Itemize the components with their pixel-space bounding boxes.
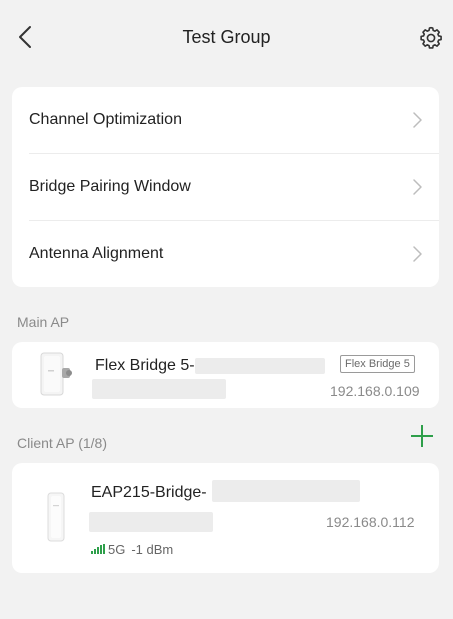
redacted-mac bbox=[92, 379, 226, 399]
header-bar: Test Group bbox=[0, 0, 453, 76]
device-name: Flex Bridge 5- bbox=[95, 357, 195, 374]
settings-button[interactable] bbox=[418, 25, 444, 51]
menu-item-label: Channel Optimization bbox=[29, 111, 182, 128]
menu-item-bridge-pairing-window[interactable]: Bridge Pairing Window bbox=[12, 154, 439, 220]
gear-icon bbox=[420, 26, 442, 49]
ip-address: 192.168.0.109 bbox=[330, 383, 420, 399]
group-settings-card: Channel Optimization Bridge Pairing Wind… bbox=[12, 87, 439, 287]
main-ap-section-label: Main AP bbox=[17, 314, 70, 330]
redacted-name bbox=[195, 358, 325, 374]
signal-status: 5G -1 dBm bbox=[91, 541, 174, 557]
band-label: 5G bbox=[108, 541, 126, 557]
outdoor-ap-device-icon bbox=[40, 352, 72, 396]
redacted-mac bbox=[89, 512, 213, 532]
plus-icon bbox=[411, 425, 433, 447]
device-name: EAP215-Bridge- bbox=[91, 484, 207, 501]
menu-item-channel-optimization[interactable]: Channel Optimization bbox=[12, 87, 439, 153]
signal-strength: -1 dBm bbox=[131, 541, 174, 557]
signal-bars-icon bbox=[91, 544, 106, 554]
client-ap-card[interactable]: EAP215-Bridge- 192.168.0.112 bbox=[12, 463, 439, 573]
page-title: Test Group bbox=[182, 27, 271, 47]
menu-item-label: Antenna Alignment bbox=[29, 245, 164, 262]
menu-item-antenna-alignment[interactable]: Antenna Alignment bbox=[12, 221, 439, 287]
redacted-name bbox=[212, 480, 360, 502]
main-ap-card[interactable]: Flex Bridge 5- Flex Bridge 5 192.168.0.1… bbox=[12, 342, 439, 408]
chevron-right-icon bbox=[413, 112, 422, 128]
ip-address: 192.168.0.112 bbox=[326, 514, 415, 530]
add-client-ap-button[interactable] bbox=[409, 423, 435, 449]
chevron-right-icon bbox=[413, 246, 422, 262]
model-badge: Flex Bridge 5 bbox=[340, 355, 415, 373]
client-ap-section-label: Client AP (1/8) bbox=[17, 435, 108, 451]
chevron-right-icon bbox=[413, 179, 422, 195]
outdoor-ap-device-icon bbox=[47, 492, 65, 542]
menu-item-label: Bridge Pairing Window bbox=[29, 178, 191, 195]
